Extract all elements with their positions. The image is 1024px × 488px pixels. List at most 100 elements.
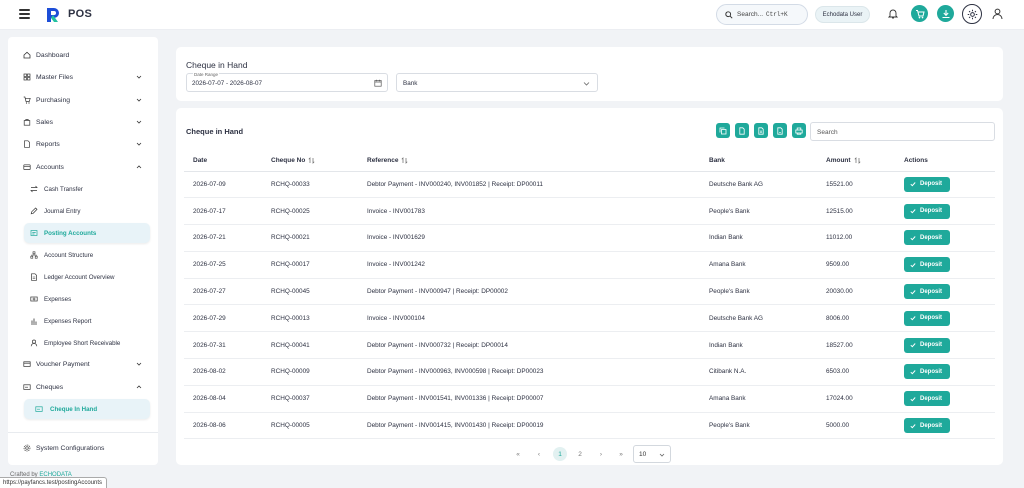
pdf-export-button[interactable]	[773, 123, 787, 138]
chevron-down-icon	[583, 82, 590, 86]
sidebar-item-journal-entry[interactable]: Journal Entry	[8, 201, 158, 221]
ledger-icon	[31, 273, 37, 281]
cell-reference: Invoice - INV001783	[367, 197, 709, 226]
copy-button[interactable]	[716, 123, 730, 138]
cell-bank: Citibank N.A.	[709, 358, 826, 386]
cell-bank: People's Bank	[709, 197, 826, 226]
sidebar-item-dashboard[interactable]: Dashboard	[8, 45, 158, 65]
chevron-down-icon	[136, 75, 142, 79]
sidebar-item-ledger-account-overview[interactable]: Ledger Account Overview	[8, 267, 158, 287]
deposit-button[interactable]: Deposit	[904, 364, 951, 380]
table-row: 2026-08-06 RCHQ-00005 Debtor Payment - INV…	[184, 412, 995, 440]
prev-page-button[interactable]: ‹	[532, 447, 546, 461]
global-search-button[interactable]: Search... Ctrl+K	[716, 4, 808, 25]
bell-icon[interactable]	[888, 8, 898, 19]
sidebar-item-master-files[interactable]: Master Files	[8, 67, 158, 87]
sidebar-item-label: Cash Transfer	[44, 185, 83, 193]
profile-icon[interactable]	[992, 8, 1003, 20]
cell-date: 2026-07-31	[184, 331, 271, 360]
table-search-input[interactable]: Search	[810, 122, 995, 141]
table-row: 2026-07-17 RCHQ-00025 Invoice - INV001783 P…	[184, 197, 995, 226]
cell-actions: Deposit	[904, 331, 995, 360]
last-page-button[interactable]: »	[614, 447, 628, 461]
sidebar-item-label: Employee Short Receivable	[44, 339, 121, 347]
cell-cheque-no: RCHQ-00041	[271, 331, 367, 360]
sidebar-item-accounts[interactable]: Accounts	[8, 157, 158, 177]
deposit-button[interactable]: Deposit	[904, 284, 951, 300]
date-range-field[interactable]: Date Range 2026-07-07 - 2026-08-07	[186, 72, 388, 92]
check-icon	[910, 209, 916, 214]
app-title: POS	[68, 8, 93, 20]
next-page-button[interactable]: ›	[594, 447, 608, 461]
excel-export-button[interactable]	[754, 123, 768, 138]
cell-date: 2026-07-17	[184, 197, 271, 226]
column-header-reference[interactable]: Reference	[367, 150, 709, 172]
sidebar-item-cheque-in-hand[interactable]: Cheque In Hand	[8, 399, 158, 419]
table-row: 2026-07-27 RCHQ-00045 Debtor Payment - INV…	[184, 278, 995, 306]
cell-actions: Deposit	[904, 385, 995, 413]
page-size-value: 10	[639, 451, 647, 458]
page-button-1[interactable]: 1	[553, 447, 567, 461]
sidebar-item-reports[interactable]: Reports	[8, 134, 158, 154]
cell-bank: Deutsche Bank AG	[709, 171, 826, 199]
deposit-button[interactable]: Deposit	[904, 391, 951, 407]
deposit-button[interactable]: Deposit	[904, 310, 951, 326]
deposit-button[interactable]: Deposit	[904, 337, 951, 353]
deposit-button[interactable]: Deposit	[904, 418, 951, 434]
settings-button[interactable]	[962, 4, 982, 24]
chevron-down-icon	[136, 120, 142, 124]
cell-cheque-no: RCHQ-00037	[271, 385, 367, 413]
bank-select[interactable]: Bank	[396, 73, 598, 92]
sidebar-item-label: Expenses Report	[44, 317, 92, 325]
cell-reference: Debtor Payment - INV000732 | Receipt: DP…	[367, 331, 709, 360]
check-icon	[910, 289, 916, 295]
cell-bank: People's Bank	[709, 278, 826, 306]
deposit-button[interactable]: Deposit	[904, 176, 951, 192]
sidebar-item-label: Sales	[36, 118, 54, 126]
calendar-icon[interactable]	[374, 79, 382, 87]
sidebar-item-expenses[interactable]: Expenses	[8, 289, 158, 309]
deposit-button[interactable]: Deposit	[904, 257, 951, 273]
sidebar-item-system-configurations[interactable]: System Configurations	[8, 438, 158, 458]
cell-date: 2026-08-06	[184, 412, 271, 440]
column-header-date[interactable]: Date	[184, 150, 271, 172]
cell-actions: Deposit	[904, 412, 995, 440]
cell-actions: Deposit	[904, 224, 995, 252]
cell-bank: People's Bank	[709, 412, 826, 440]
sidebar-item-cash-transfer[interactable]: Cash Transfer	[8, 179, 158, 199]
page-size-select[interactable]: 10	[633, 445, 671, 463]
status-url: https://payfancs.test/postingAccounts	[0, 477, 108, 488]
table-card: Cheque in Hand Search Date Cheque No Ref…	[176, 108, 1003, 465]
sidebar: Dashboard Master Files Purchasing Sales …	[8, 37, 158, 465]
sidebar-item-label: System Configurations	[36, 444, 105, 452]
csv-export-button[interactable]	[735, 123, 749, 138]
sidebar-item-posting-accounts[interactable]: Posting Accounts	[8, 223, 158, 243]
column-label: Bank	[709, 156, 725, 164]
table-row: 2026-07-09 RCHQ-00033 Debtor Payment - INV…	[184, 171, 995, 199]
cart-icon	[915, 9, 925, 18]
cell-bank: Amana Bank	[709, 385, 826, 413]
sidebar-item-voucher-payment[interactable]: Voucher Payment	[8, 354, 158, 374]
user-badge[interactable]: Echodata User	[815, 6, 870, 23]
first-page-button[interactable]: «	[511, 447, 525, 461]
deposit-label: Deposit	[920, 288, 943, 295]
sidebar-item-expenses-report[interactable]: Expenses Report	[8, 311, 158, 331]
column-header-bank[interactable]: Bank	[709, 150, 826, 172]
sidebar-item-employee-short-receivable[interactable]: Employee Short Receivable	[8, 333, 158, 353]
chevron-down-icon	[659, 453, 665, 457]
download-button[interactable]	[937, 5, 954, 22]
sidebar-item-cheques[interactable]: Cheques	[8, 377, 158, 397]
sidebar-item-account-structure[interactable]: Account Structure	[8, 245, 158, 265]
print-button[interactable]	[792, 123, 806, 138]
cell-cheque-no: RCHQ-00017	[271, 251, 367, 279]
deposit-button[interactable]: Deposit	[904, 230, 951, 246]
column-header-amount[interactable]: Amount	[826, 150, 904, 172]
cart-button[interactable]	[911, 5, 928, 22]
page-button-2[interactable]: 2	[573, 447, 587, 461]
sidebar-item-purchasing[interactable]: Purchasing	[8, 90, 158, 110]
deposit-button[interactable]: Deposit	[904, 203, 951, 219]
menu-icon[interactable]	[19, 9, 30, 19]
cheque-table: Date Cheque No Reference Bank Amount Act…	[184, 150, 995, 440]
sidebar-item-sales[interactable]: Sales	[8, 112, 158, 132]
column-header-cheque-no[interactable]: Cheque No	[271, 150, 367, 172]
